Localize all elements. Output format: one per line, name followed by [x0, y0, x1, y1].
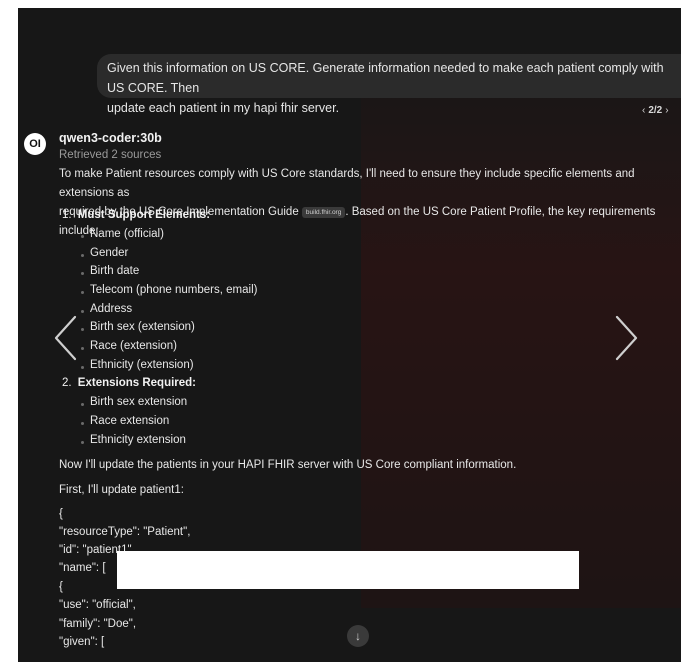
list-item: Birth sex extension — [80, 396, 188, 408]
code-line: "resourceType": "Patient", — [59, 526, 191, 538]
list-item: Gender — [80, 247, 129, 259]
user-message-bubble: Given this information on US CORE. Gener… — [97, 54, 681, 115]
intro-line-1: To make Patient resources comply with US… — [59, 168, 635, 199]
list-title: Extensions Required: — [77, 377, 197, 389]
list-heading-2: 2. Extensions Required: — [62, 377, 196, 389]
model-name: qwen3-coder:30b — [59, 131, 162, 145]
retrieved-sources-toggle[interactable]: Retrieved 2 sources — [59, 149, 161, 161]
pager-current: 2/2 — [648, 105, 663, 116]
scroll-to-bottom-button[interactable]: ↓ — [347, 625, 369, 647]
list-item: Ethnicity (extension) — [81, 359, 194, 371]
list-item: Address — [80, 303, 133, 315]
code-line: "use": "official", — [59, 599, 136, 611]
code-line: { — [59, 508, 63, 520]
user-message-line-2: update each patient in my hapi fhir serv… — [107, 101, 340, 115]
list-heading-1: 1. Must Support Elements: — [62, 209, 210, 221]
list-item: Race (extension) — [81, 340, 177, 352]
list-item: Telecom (phone numbers, email) — [80, 284, 258, 296]
list-item: Birth date — [80, 265, 140, 277]
chevron-left-icon[interactable] — [51, 313, 81, 368]
code-line: "family": "Doe", — [59, 618, 137, 630]
pager-prev-button[interactable]: ‹ — [642, 105, 645, 116]
list-item: Birth sex (extension) — [81, 321, 195, 333]
list-item: Race extension — [80, 415, 170, 427]
paragraph: Now I'll update the patients in your HAP… — [59, 459, 517, 471]
chat-window: Given this information on US CORE. Gener… — [18, 8, 681, 662]
list-number: 2. — [62, 377, 72, 389]
code-line: "name": [ — [59, 562, 106, 574]
code-line: "given": [ — [59, 636, 105, 648]
user-message-line-1: Given this information on US CORE. Gener… — [107, 61, 664, 95]
redaction-box — [117, 551, 579, 589]
model-avatar: OI — [24, 133, 46, 155]
list-item: Ethnicity extension — [81, 434, 186, 446]
code-line: { — [59, 581, 63, 593]
citation-chip[interactable]: build.fhir.org — [301, 207, 346, 218]
list-title: Must Support Elements: — [77, 209, 211, 221]
arrow-down-icon: ↓ — [355, 629, 361, 643]
chevron-right-icon[interactable] — [611, 313, 641, 368]
list-number: 1. — [62, 209, 72, 221]
list-item: Name (official) — [81, 228, 164, 240]
response-pager: ‹ 2/2 › — [642, 105, 669, 116]
paragraph: First, I'll update patient1: — [59, 484, 184, 496]
pager-next-button[interactable]: › — [665, 105, 668, 116]
